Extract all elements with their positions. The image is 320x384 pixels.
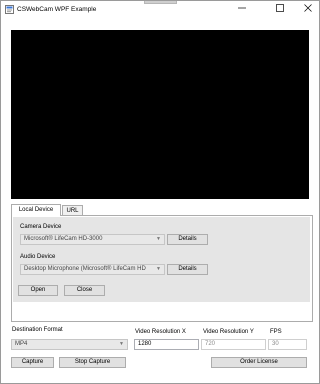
video-resolution-y-label: Video Resolution Y [203, 329, 254, 335]
audio-device-value: Desktop Microphone (Microsoft® LifeCam H… [24, 266, 146, 272]
maximize-icon [276, 4, 284, 13]
video-resolution-x-label: Video Resolution X [135, 329, 186, 335]
window-drag-grip[interactable] [144, 1, 177, 4]
camera-device-label: Camera Device [20, 224, 62, 230]
maximize-button[interactable] [269, 2, 291, 17]
destination-format-select[interactable]: MP4 ▼ [11, 339, 128, 350]
order-license-button[interactable]: Order License [211, 357, 307, 368]
close-window-button[interactable] [297, 2, 319, 17]
camera-device-value: Microsoft® LifeCam HD-3000 [24, 236, 103, 242]
open-button[interactable]: Open [18, 285, 58, 296]
camera-device-select[interactable]: Microsoft® LifeCam HD-3000 ▼ [20, 234, 165, 245]
audio-details-button[interactable]: Details [167, 264, 208, 275]
capture-button[interactable]: Capture [11, 357, 54, 368]
close-icon [304, 4, 312, 13]
camera-details-button[interactable]: Details [167, 234, 208, 245]
title-bar[interactable]: CSWebCam WPF Example [1, 1, 319, 19]
stop-capture-button[interactable]: Stop Capture [59, 357, 126, 368]
window-title: CSWebCam WPF Example [17, 6, 97, 13]
destination-format-label: Destination Format [12, 327, 63, 333]
minimize-button[interactable] [231, 2, 253, 17]
app-icon [5, 5, 14, 14]
close-device-button[interactable]: Close [64, 285, 105, 296]
fps-label: FPS [270, 329, 282, 335]
chevron-down-icon: ▼ [119, 341, 124, 347]
app-window: CSWebCam WPF Example Local Device URL Ca… [0, 0, 320, 384]
video-resolution-y-input[interactable]: 720 [201, 339, 266, 350]
destination-format-value: MP4 [15, 341, 28, 347]
video-resolution-x-input[interactable]: 1280 [134, 339, 199, 350]
chevron-down-icon: ▼ [156, 236, 161, 242]
chevron-down-icon: ▼ [156, 266, 161, 272]
minimize-icon [238, 8, 246, 9]
fps-input[interactable]: 30 [268, 339, 307, 350]
audio-device-label: Audio Device [20, 254, 56, 260]
video-preview [11, 30, 309, 199]
tab-local-device[interactable]: Local Device [11, 204, 61, 216]
audio-device-select[interactable]: Desktop Microphone (Microsoft® LifeCam H… [20, 264, 165, 275]
